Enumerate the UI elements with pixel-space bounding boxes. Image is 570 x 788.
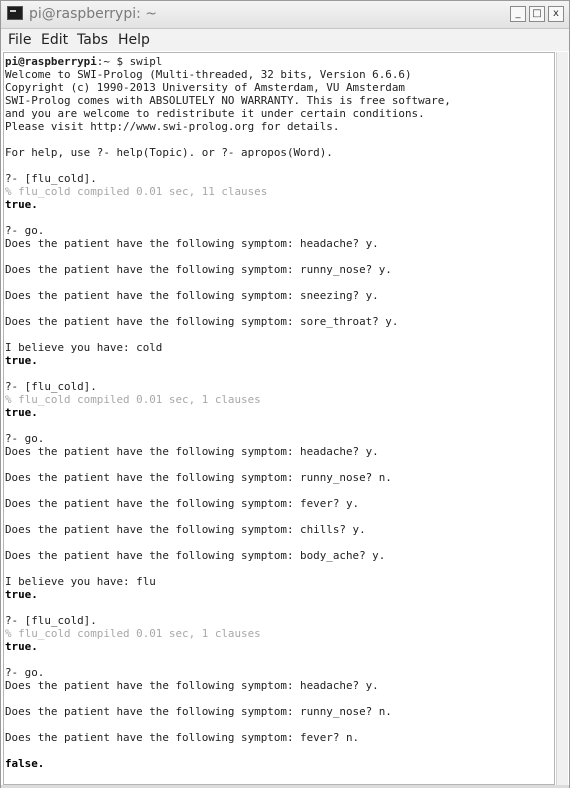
- window-title: pi@raspberrypi: ~: [29, 6, 158, 22]
- terminal-line: Does the patient have the following symp…: [5, 237, 379, 250]
- terminal-line: Does the patient have the following symp…: [5, 445, 379, 458]
- terminal-line: ?- go.: [5, 666, 45, 679]
- terminal-line: false.: [5, 757, 45, 770]
- menu-file[interactable]: File: [8, 32, 31, 48]
- terminal-line: and you are welcome to redistribute it u…: [5, 107, 425, 120]
- terminal-line: true.: [5, 354, 38, 367]
- terminal-line: Does the patient have the following symp…: [5, 497, 360, 510]
- terminal-line: SWI-Prolog comes with ABSOLUTELY NO WARR…: [5, 94, 451, 107]
- terminal-line: Does the patient have the following symp…: [5, 315, 399, 328]
- terminal-line: Does the patient have the following symp…: [5, 471, 392, 484]
- prompt-line: pi@raspberrypi:~ $ swipl: [5, 55, 162, 68]
- terminal-line: true.: [5, 198, 38, 211]
- terminal-line: true.: [5, 406, 38, 419]
- terminal-line: Please visit http://www.swi-prolog.org f…: [5, 120, 340, 133]
- terminal-line: Welcome to SWI-Prolog (Multi-threaded, 3…: [5, 68, 412, 81]
- terminal-line: Does the patient have the following symp…: [5, 731, 360, 744]
- terminal-line: % flu_cold compiled 0.01 sec, 11 clauses: [5, 185, 268, 198]
- menu-help[interactable]: Help: [118, 32, 150, 48]
- maximize-button[interactable]: □: [529, 6, 545, 22]
- terminal-window: pi@raspberrypi: ~ _ □ x File Edit Tabs H…: [0, 0, 570, 788]
- terminal-line: Copyright (c) 1990-2013 University of Am…: [5, 81, 405, 94]
- terminal-line: Does the patient have the following symp…: [5, 549, 386, 562]
- terminal-line: Does the patient have the following symp…: [5, 705, 392, 718]
- terminal-line: I believe you have: flu: [5, 575, 156, 588]
- prompt-command: :~ $ swipl: [96, 55, 163, 68]
- terminal-output[interactable]: pi@raspberrypi:~ $ swipl Welcome to SWI-…: [3, 52, 555, 785]
- terminal-line: ?- [flu_cold].: [5, 172, 97, 185]
- terminal-line: ?- [flu_cold].: [5, 614, 97, 627]
- scrollbar[interactable]: [556, 52, 568, 785]
- terminal-line: Does the patient have the following symp…: [5, 523, 366, 536]
- terminal-line: I believe you have: cold: [5, 341, 163, 354]
- terminal-line: ?- go.: [5, 432, 45, 445]
- terminal-line: Does the patient have the following symp…: [5, 263, 392, 276]
- terminal-line: Does the patient have the following symp…: [5, 679, 379, 692]
- title-bar[interactable]: pi@raspberrypi: ~ _ □ x: [1, 1, 569, 29]
- close-button[interactable]: x: [548, 6, 564, 22]
- prompt-user: pi@raspberrypi: [5, 55, 97, 68]
- terminal-line: For help, use ?- help(Topic). or ?- apro…: [5, 146, 333, 159]
- menu-edit[interactable]: Edit: [41, 32, 68, 48]
- terminal-icon: [7, 6, 23, 20]
- terminal-line: % flu_cold compiled 0.01 sec, 1 clauses: [5, 393, 261, 406]
- menu-bar: File Edit Tabs Help: [1, 29, 569, 51]
- minimize-button[interactable]: _: [510, 6, 526, 22]
- terminal-line: ?- [flu_cold].: [5, 380, 97, 393]
- terminal-line: Does the patient have the following symp…: [5, 289, 379, 302]
- terminal-line: % flu_cold compiled 0.01 sec, 1 clauses: [5, 627, 261, 640]
- menu-tabs[interactable]: Tabs: [77, 32, 108, 48]
- terminal-line: true.: [5, 640, 38, 653]
- terminal-line: true.: [5, 588, 38, 601]
- terminal-line: ?- go.: [5, 224, 45, 237]
